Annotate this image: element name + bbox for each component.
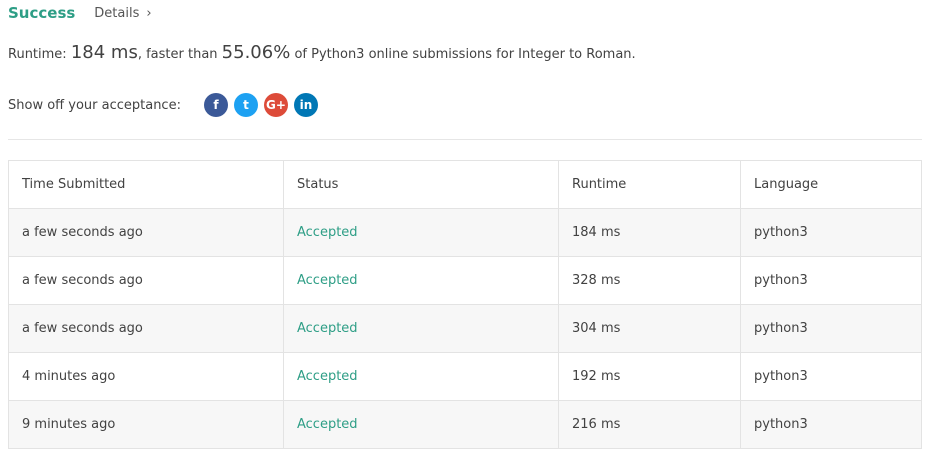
cell-status: Accepted — [283, 256, 559, 305]
cell-status-text[interactable]: Accepted — [297, 369, 358, 384]
cell-language: python3 — [740, 256, 922, 305]
cell-language: python3 — [740, 400, 922, 449]
cell-language-text: python3 — [754, 225, 808, 240]
table-row: 9 minutes ago Accepted 216 ms python3 — [8, 400, 922, 449]
cell-runtime-text: 304 ms — [572, 321, 621, 336]
cell-status: Accepted — [283, 352, 559, 401]
faster-text: , faster than — [137, 47, 218, 62]
percentile-value: 55.06% — [221, 42, 291, 63]
chevron-right-icon: › — [146, 5, 152, 21]
runtime-value: 184 ms — [70, 42, 138, 63]
runtime-prefix: Runtime: — [8, 47, 67, 62]
runtime-summary: Runtime: 184 ms, faster than 55.06% of P… — [8, 42, 636, 63]
cell-runtime-text: 216 ms — [572, 417, 621, 432]
google-plus-icon[interactable]: G+ — [263, 93, 288, 117]
cell-status: Accepted — [283, 208, 559, 257]
cell-language: python3 — [740, 304, 922, 353]
summary-suffix: of Python3 online submissions for Intege… — [294, 47, 636, 62]
cell-status: Accepted — [283, 400, 559, 449]
column-header-runtime[interactable]: Runtime — [558, 160, 741, 209]
cell-runtime: 192 ms — [558, 352, 741, 401]
cell-language-text: python3 — [754, 417, 808, 432]
details-label: Details — [94, 5, 140, 21]
cell-time: a few seconds ago — [8, 304, 284, 353]
cell-status-text[interactable]: Accepted — [297, 273, 358, 288]
cell-status-text[interactable]: Accepted — [297, 225, 358, 240]
cell-status-text[interactable]: Accepted — [297, 321, 358, 336]
cell-runtime: 216 ms — [558, 400, 741, 449]
table-row: a few seconds ago Accepted 328 ms python3 — [8, 256, 922, 305]
cell-language-text: python3 — [754, 273, 808, 288]
cell-time-text: a few seconds ago — [22, 225, 143, 240]
cell-status: Accepted — [283, 304, 559, 353]
result-header: Success Details › — [8, 2, 152, 24]
cell-language: python3 — [740, 352, 922, 401]
cell-time-text: a few seconds ago — [22, 321, 143, 336]
cell-runtime-text: 184 ms — [572, 225, 621, 240]
result-status-title: Success — [8, 4, 76, 22]
cell-time: a few seconds ago — [8, 256, 284, 305]
cell-runtime: 304 ms — [558, 304, 741, 353]
column-header-language[interactable]: Language — [740, 160, 922, 209]
share-icons: f t G+ in — [203, 93, 324, 117]
cell-time-text: 4 minutes ago — [22, 369, 116, 384]
cell-time-text: a few seconds ago — [22, 273, 143, 288]
share-label: Show off your acceptance: — [8, 97, 181, 113]
table-row: a few seconds ago Accepted 184 ms python3 — [8, 208, 922, 257]
table-header-row: Time Submitted Status Runtime Language — [8, 160, 922, 209]
share-section: Show off your acceptance: f t G+ in — [8, 93, 324, 117]
cell-status-text[interactable]: Accepted — [297, 417, 358, 432]
linkedin-icon[interactable]: in — [293, 93, 318, 117]
details-link[interactable]: Details › — [94, 6, 151, 21]
cell-language-text: python3 — [754, 369, 808, 384]
column-header-time[interactable]: Time Submitted — [8, 160, 284, 209]
cell-language-text: python3 — [754, 321, 808, 336]
facebook-icon[interactable]: f — [203, 93, 228, 117]
cell-time: 4 minutes ago — [8, 352, 284, 401]
cell-runtime-text: 192 ms — [572, 369, 621, 384]
cell-runtime: 328 ms — [558, 256, 741, 305]
twitter-icon[interactable]: t — [233, 93, 258, 117]
cell-runtime-text: 328 ms — [572, 273, 621, 288]
cell-runtime: 184 ms — [558, 208, 741, 257]
divider — [8, 139, 922, 140]
table-row: 4 minutes ago Accepted 192 ms python3 — [8, 352, 922, 401]
column-header-status[interactable]: Status — [283, 160, 559, 209]
submissions-table: Time Submitted Status Runtime Language a… — [8, 160, 922, 449]
cell-language: python3 — [740, 208, 922, 257]
cell-time-text: 9 minutes ago — [22, 417, 116, 432]
cell-time: a few seconds ago — [8, 208, 284, 257]
table-row: a few seconds ago Accepted 304 ms python3 — [8, 304, 922, 353]
cell-time: 9 minutes ago — [8, 400, 284, 449]
